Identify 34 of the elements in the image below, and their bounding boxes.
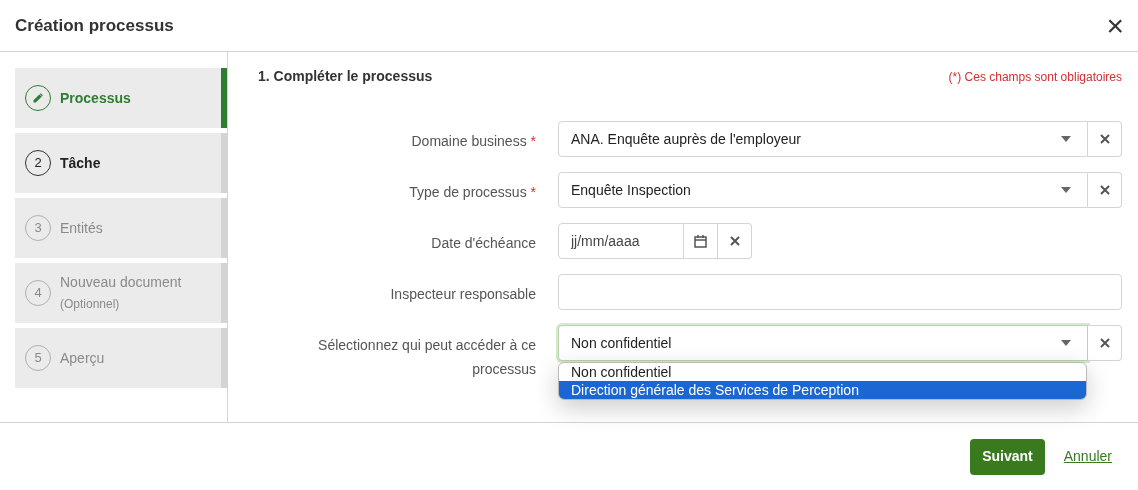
clear-button[interactable] [1088,325,1122,361]
caret-icon [1061,136,1071,142]
required-note: (*) Ces champs sont obligatoires [948,68,1122,86]
step-tab[interactable]: Processus [15,68,227,128]
clear-button[interactable] [1088,172,1122,208]
step-tab[interactable]: 2 Tâche [15,133,227,193]
calendar-icon [694,234,707,248]
close-icon [1099,338,1110,348]
select-field[interactable]: ANA. Enquête auprès de l'employeur [558,121,1088,157]
field-label: Type de processus * [409,184,536,200]
close-icon [1099,134,1110,144]
field-label: Inspecteur responsable [390,286,536,302]
close-icon [1099,185,1110,195]
close-button[interactable]: × [1106,10,1124,41]
window-title: Création processus [15,14,174,37]
pencil-icon [32,92,44,104]
dropdown-option[interactable]: Non confidentiel [559,363,1086,381]
caret-icon [1061,187,1071,193]
field-label: Domaine business * [411,133,536,149]
caret-icon [1061,340,1071,346]
select-field[interactable]: Non confidentiel [558,325,1088,361]
text-field[interactable] [558,274,1122,310]
dropdown-option[interactable]: Direction générale des Services de Perception [559,381,1086,399]
cancel-link[interactable]: Annuler [1063,446,1112,467]
calendar-button[interactable] [684,223,718,259]
close-icon [729,236,740,246]
date-field[interactable]: jj/mm/aaaa [558,223,684,259]
section-heading: 1. Compléter le processus [258,67,433,86]
clear-button[interactable] [1088,121,1122,157]
clear-button[interactable] [718,223,752,259]
field-label: Sélectionnez qui peut accéder à ce processus [318,337,536,377]
field-label: Date d'échéance [431,235,536,251]
select-field[interactable]: Enquête Inspection [558,172,1088,208]
next-button[interactable]: Suivant [970,438,1045,475]
